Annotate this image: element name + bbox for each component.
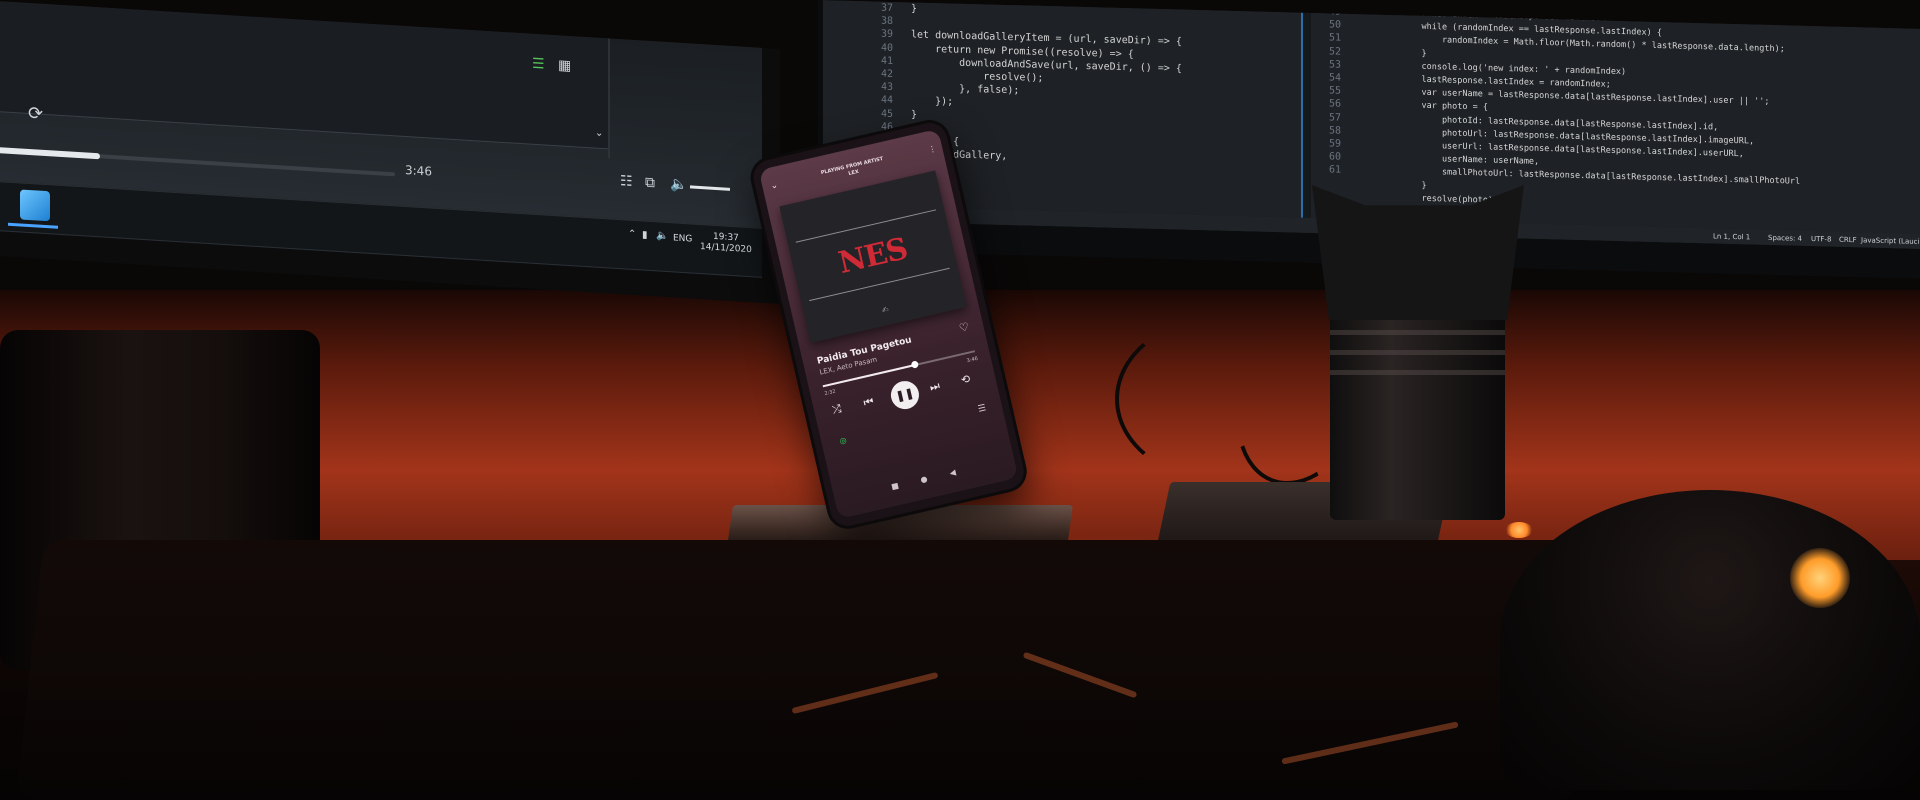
line-number: 41: [880, 55, 893, 67]
taskbar-clock[interactable]: 19:37 14/11/2020: [700, 231, 752, 256]
line-number: 40: [880, 42, 893, 54]
lens-ring: [1330, 330, 1505, 335]
signature-mark: ✍: [880, 304, 890, 315]
seek-knob[interactable]: [910, 360, 919, 369]
code-text: } let downloadGalleryItem = (url, saveDi…: [911, 2, 1182, 181]
album-art: NES ✍: [779, 170, 967, 343]
repeat-icon[interactable]: ⟲: [960, 372, 972, 387]
cursor-position[interactable]: Ln 1, Col 1: [1713, 232, 1750, 241]
line-number: 53: [1328, 59, 1341, 71]
line-number: 56: [1328, 98, 1341, 111]
chevron-down-icon[interactable]: ⌄: [595, 128, 603, 140]
line-number: 51: [1328, 32, 1341, 45]
album-logo: NES: [835, 231, 911, 282]
panel-divider: [608, 38, 610, 159]
media-player-panel: ☰ ▦ ⌄ ⟳: [0, 0, 610, 150]
recents-icon[interactable]: ■: [890, 481, 899, 491]
back-icon[interactable]: ◀: [949, 468, 957, 478]
playlist-icon[interactable]: ☷: [620, 173, 633, 190]
line-number: 50: [1328, 19, 1341, 31]
pause-button[interactable]: ❚❚: [888, 378, 922, 412]
lens-ring: [1330, 350, 1505, 355]
shuffle-icon[interactable]: ⤮: [831, 402, 843, 418]
indentation[interactable]: Spaces: 4: [1768, 234, 1802, 243]
code-text: randomIndex = lastResponse.lastIndex whi…: [1401, 7, 1800, 215]
device-icon[interactable]: ◎: [839, 435, 848, 445]
playback-time: 3:46: [405, 162, 432, 179]
line-number: 45: [880, 108, 893, 120]
line-number: 49: [1328, 6, 1341, 18]
line-number: 57: [1328, 112, 1341, 124]
encoding[interactable]: UTF-8: [1811, 235, 1831, 244]
next-icon[interactable]: ⏭: [928, 379, 941, 395]
line-number: 42: [880, 68, 893, 80]
speaker-icon[interactable]: 🔈: [656, 230, 668, 242]
volume-icon[interactable]: 🔈: [670, 176, 687, 193]
list-view-icon[interactable]: ☰: [532, 56, 545, 73]
line-number: 38: [880, 15, 893, 28]
taskbar: ⌃ ▮ 🔈 ENG 19:37 14/11/2020: [0, 180, 762, 277]
time-total: 3:46: [966, 355, 979, 365]
battery-icon[interactable]: ▮: [642, 229, 648, 240]
line-number: 61: [1328, 164, 1341, 177]
line-number: 59: [1328, 138, 1341, 150]
line-number: 52: [1328, 45, 1341, 58]
line-numbers: 49 50 51 52 53 54 55 56 57 58 59 60 61: [1311, 5, 1341, 177]
left-monitor: ☰ ▦ ⌄ ⟳ 3:46 ☷ ⧉ 🔈 ⌃ ▮ 🔈 ENG 19:37 14/11…: [0, 0, 780, 304]
line-ending[interactable]: CRLF: [1839, 236, 1857, 244]
previous-icon[interactable]: ⏮: [862, 394, 875, 410]
queue-icon[interactable]: ☰: [977, 403, 987, 415]
camera-lens: [1330, 290, 1505, 520]
line-number: 58: [1328, 125, 1341, 137]
line-number: 43: [880, 81, 893, 94]
seek-bar-fill: [0, 146, 100, 160]
language-mode[interactable]: JavaScript (Laucium): [1861, 236, 1920, 246]
lens-ring: [1330, 370, 1505, 375]
language-indicator[interactable]: ENG: [673, 233, 692, 244]
mouse-led: [1505, 522, 1533, 538]
active-app-indicator: [8, 222, 58, 229]
grid-view-icon[interactable]: ▦: [558, 57, 571, 74]
line-number: 39: [880, 29, 893, 41]
mouse-logo-glow: [1790, 548, 1850, 608]
home-icon[interactable]: ●: [919, 474, 928, 484]
lens-hood: [1312, 185, 1524, 320]
time-elapsed: 2:32: [824, 388, 837, 398]
app-taskbar-icon[interactable]: [20, 189, 50, 222]
line-number: 60: [1328, 151, 1341, 163]
more-icon[interactable]: ⋮: [927, 144, 937, 155]
line-number: 44: [880, 95, 893, 107]
left-monitor-screen: ☰ ▦ ⌄ ⟳ 3:46 ☷ ⧉ 🔈 ⌃ ▮ 🔈 ENG 19:37 14/11…: [0, 0, 762, 278]
heart-icon[interactable]: ♡: [958, 320, 971, 335]
volume-slider[interactable]: [690, 185, 730, 191]
line-number: 55: [1328, 85, 1341, 97]
gaming-mouse: [1500, 490, 1920, 790]
line-number: 54: [1328, 72, 1341, 84]
line-number: 37: [880, 2, 893, 14]
editor-pane-right[interactable]: 49 50 51 52 53 54 55 56 57 58 59 60 61 randomIndex =…: [1311, 6, 1920, 234]
cast-icon[interactable]: ⧉: [645, 175, 655, 192]
chevron-up-icon[interactable]: ⌃: [628, 229, 636, 241]
pause-icon: ❚❚: [894, 386, 916, 403]
repeat-icon[interactable]: ⟳: [28, 103, 43, 125]
keyboard: [16, 540, 1604, 800]
clock-date: 14/11/2020: [700, 242, 752, 256]
